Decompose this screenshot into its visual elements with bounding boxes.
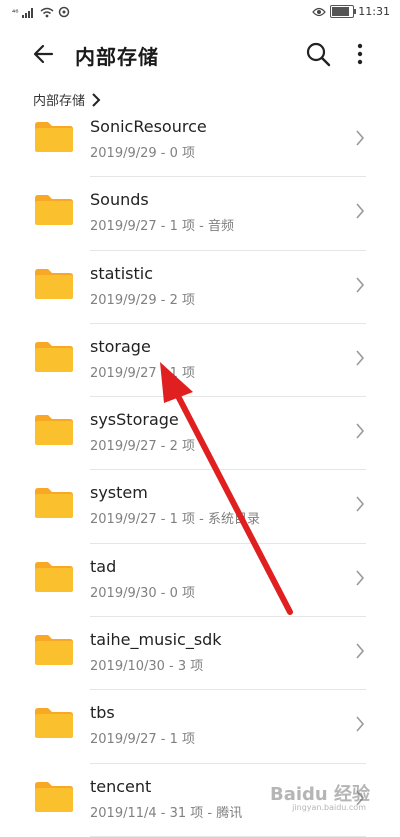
folder-name: statistic xyxy=(90,263,153,283)
chevron-right-icon xyxy=(356,423,365,439)
back-button[interactable] xyxy=(30,40,58,68)
folder-icon xyxy=(35,708,73,739)
more-vert-icon xyxy=(357,43,363,65)
signal-label: ⁴⁶ xyxy=(12,7,19,17)
folder-name: SonicResource xyxy=(90,117,207,136)
folder-name: tencent xyxy=(90,776,152,796)
folder-name: tbs xyxy=(90,703,115,723)
folder-icon xyxy=(35,488,73,519)
folder-meta: 2019/10/30 - 3 项 xyxy=(90,659,204,675)
folder-list: SonicResource 2019/9/29 - 0 项 Sounds 2019/9… xyxy=(0,104,400,837)
folder-meta: 2019/9/29 - 0 项 xyxy=(90,146,196,161)
folder-meta: 2019/9/27 - 1 项 - 系统目录 xyxy=(90,512,260,528)
status-right: 11:31 xyxy=(312,5,390,18)
back-arrow-icon xyxy=(33,44,54,64)
folder-row[interactable]: sysStorage 2019/9/27 - 2 项 xyxy=(0,397,400,471)
folder-meta: 2019/9/27 - 1 项 xyxy=(90,365,196,381)
folder-icon xyxy=(35,415,73,446)
folder-meta: 2019/9/27 - 1 项 - 音频 xyxy=(90,219,234,235)
chevron-right-icon xyxy=(356,643,365,659)
folder-row[interactable]: taihe_music_sdk 2019/10/30 - 3 项 xyxy=(0,617,400,691)
folder-icon xyxy=(35,268,73,299)
folder-name: Sounds xyxy=(90,190,149,210)
status-left: ⁴⁶ xyxy=(12,6,70,18)
folder-meta: 2019/11/4 - 31 项 - 腾讯 xyxy=(90,805,243,821)
status-time: 11:31 xyxy=(358,5,390,18)
chevron-right-icon xyxy=(356,716,365,732)
status-bar: ⁴⁶ 11:31 xyxy=(0,0,400,26)
search-button[interactable] xyxy=(304,40,332,68)
eye-icon xyxy=(312,7,327,16)
chevron-right-icon xyxy=(356,277,365,293)
folder-icon xyxy=(35,781,73,812)
app-bar: 内部存储 xyxy=(0,26,400,82)
folder-icon xyxy=(35,195,73,226)
folder-meta: 2019/9/27 - 2 项 xyxy=(90,439,196,455)
folder-name: storage xyxy=(90,336,151,356)
chevron-right-icon xyxy=(356,203,365,219)
folder-row[interactable]: tbs 2019/9/27 - 1 项 xyxy=(0,690,400,764)
folder-meta: 2019/9/27 - 1 项 xyxy=(90,732,196,748)
search-icon xyxy=(306,42,331,67)
wifi-icon xyxy=(40,7,54,17)
folder-row[interactable]: tad 2019/9/30 - 0 项 xyxy=(0,544,400,618)
chevron-right-icon xyxy=(356,496,365,513)
folder-name: taihe_music_sdk xyxy=(90,630,222,650)
folder-icon xyxy=(35,122,73,152)
more-options-button[interactable] xyxy=(346,40,374,68)
folder-row[interactable]: system 2019/9/27 - 1 项 - 系统目录 xyxy=(0,470,400,544)
signal-icon xyxy=(22,7,34,18)
folder-icon xyxy=(35,635,73,666)
folder-name: tad xyxy=(90,556,117,576)
chevron-right-icon xyxy=(356,130,365,146)
battery-icon xyxy=(330,5,357,18)
folder-icon xyxy=(35,341,73,372)
folder-meta: 2019/9/30 - 0 项 xyxy=(90,585,196,601)
watermark-url: jingyan.baidu.com xyxy=(292,803,366,812)
folder-row[interactable]: storage 2019/9/27 - 1 项 xyxy=(0,324,400,398)
folder-name: sysStorage xyxy=(90,410,179,430)
folder-row[interactable]: Sounds 2019/9/27 - 1 项 - 音频 xyxy=(0,177,400,251)
page-title: 内部存储 xyxy=(75,45,159,69)
folder-meta: 2019/9/29 - 2 项 xyxy=(90,292,196,308)
chevron-right-icon xyxy=(356,350,365,366)
folder-name: system xyxy=(90,483,148,503)
folder-row[interactable]: SonicResource 2019/9/29 - 0 项 xyxy=(0,104,400,178)
sync-icon xyxy=(59,6,70,18)
chevron-right-icon xyxy=(356,570,365,586)
folder-icon xyxy=(35,561,73,592)
folder-row[interactable]: statistic 2019/9/29 - 2 项 xyxy=(0,251,400,324)
